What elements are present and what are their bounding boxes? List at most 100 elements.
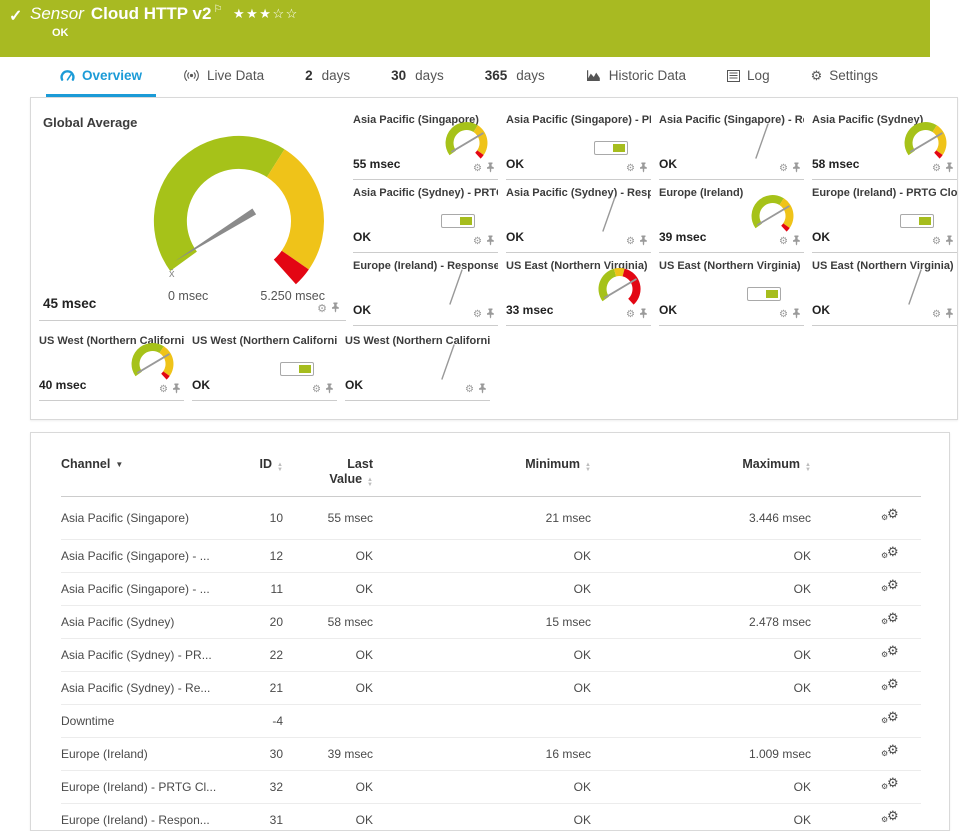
tile-title: Europe (Ireland) - Response C... [353, 260, 498, 272]
cell-channel[interactable]: Asia Pacific (Sydney) - Re... [61, 671, 231, 705]
channel-tile[interactable]: US West (Northern California)... OK ⚙ [192, 332, 337, 401]
pin-icon[interactable] [792, 160, 801, 178]
gear-icon[interactable]: ⚙ [932, 237, 941, 247]
channel-tile[interactable]: US West (Northern California) 40 msec ⚙ [39, 332, 184, 401]
cell-last-value [283, 704, 373, 738]
channel-tile[interactable]: Asia Pacific (Sydney) - PRTG ... OK ⚙ [353, 184, 498, 253]
pin-icon[interactable] [945, 160, 954, 178]
channel-tile[interactable]: Europe (Ireland) 39 msec ⚙ [659, 184, 804, 253]
gear-icon[interactable]: ⚙ [626, 310, 635, 320]
column-header-id[interactable]: ID ▲ ▼ [231, 451, 283, 497]
cell-channel[interactable]: Downtime [61, 704, 231, 738]
cell-channel[interactable]: Europe (Ireland) [61, 737, 231, 771]
pin-icon[interactable] [945, 233, 954, 251]
cell-minimum [373, 704, 591, 738]
status-toggle [441, 214, 475, 228]
gear-icon[interactable]: ⚙ [317, 303, 327, 315]
cell-channel[interactable]: Asia Pacific (Sydney) - PR... [61, 638, 231, 672]
gear-icon[interactable]: ⚙ [312, 385, 321, 395]
gear-icon[interactable]: ⚙ [473, 237, 482, 247]
channel-settings-icon[interactable]: ⚙ ⚙ [881, 544, 901, 563]
gear-icon[interactable]: ⚙ [779, 237, 788, 247]
tab-label: Log [747, 68, 770, 83]
cell-minimum: OK [373, 803, 591, 830]
channel-tile[interactable]: US East (Northern Virginia) - ... OK ⚙ [659, 257, 804, 326]
channel-tile[interactable]: US East (Northern Virginia) - ... OK ⚙ [812, 257, 957, 326]
tile-value: OK [812, 303, 830, 317]
tab-30-days[interactable]: 30 days [377, 57, 458, 97]
gear-icon[interactable]: ⚙ [159, 385, 168, 395]
channel-tile[interactable]: Europe (Ireland) - PRTG Cloud... OK ⚙ [812, 184, 957, 253]
cell-channel[interactable]: Asia Pacific (Singapore) - ... [61, 539, 231, 573]
column-header-maximum[interactable]: Maximum ▲ ▼ [591, 451, 811, 497]
pin-icon[interactable] [639, 233, 648, 251]
tab-overview[interactable]: Overview [46, 57, 157, 97]
channel-tile[interactable]: Asia Pacific (Sydney) 58 msec ⚙ [812, 111, 957, 180]
flag-icon[interactable]: ⚐ [213, 4, 222, 15]
pin-icon[interactable] [486, 306, 495, 324]
gear-icon[interactable]: ⚙ [626, 237, 635, 247]
channel-settings-icon[interactable]: ⚙ ⚙ [881, 676, 901, 695]
channel-settings-icon[interactable]: ⚙ ⚙ [881, 775, 901, 794]
cell-channel[interactable]: Europe (Ireland) - Respon... [61, 803, 231, 830]
column-header-last-value[interactable]: Last Value ▲ ▼ [283, 451, 373, 497]
cell-channel[interactable]: Europe (Ireland) - PRTG Cl... [61, 770, 231, 804]
log-icon [727, 69, 741, 82]
pin-icon[interactable] [478, 381, 487, 399]
tab-live-data[interactable]: Live Data [169, 57, 278, 97]
cell-minimum: 16 msec [373, 737, 591, 771]
pin-icon[interactable] [639, 160, 648, 178]
channel-tile[interactable]: Asia Pacific (Sydney) - Respo... OK ⚙ [506, 184, 651, 253]
pin-icon[interactable] [172, 381, 181, 399]
cell-channel[interactable]: Asia Pacific (Singapore) - ... [61, 572, 231, 606]
gear-icon[interactable]: ⚙ [779, 164, 788, 174]
gear-icon[interactable]: ⚙ [473, 164, 482, 174]
channel-tile[interactable]: Asia Pacific (Singapore) - Res... OK ⚙ [659, 111, 804, 180]
gear-icon[interactable]: ⚙ [626, 164, 635, 174]
gear-icon[interactable]: ⚙ [465, 385, 474, 395]
pin-icon[interactable] [325, 381, 334, 399]
channel-settings-icon[interactable]: ⚙ ⚙ [881, 742, 901, 761]
global-average-tile[interactable]: Global Average x̄ 0 msec 5.250 msec 45 m… [39, 108, 346, 321]
channel-tile[interactable]: US West (Northern California)... OK ⚙ [345, 332, 490, 401]
gear-icon[interactable]: ⚙ [932, 164, 941, 174]
channel-tile[interactable]: Asia Pacific (Singapore) 55 msec ⚙ [353, 111, 498, 180]
channel-tile[interactable]: US East (Northern Virginia) 33 msec ⚙ [506, 257, 651, 326]
tab-historic-data[interactable]: Historic Data [572, 57, 700, 97]
gear-icon[interactable]: ⚙ [932, 310, 941, 320]
channel-settings-icon[interactable]: ⚙ ⚙ [881, 643, 901, 662]
sort-desc-icon: ▼ [115, 460, 124, 469]
cell-maximum: 1.009 msec [591, 737, 811, 771]
column-header-channel[interactable]: Channel ▼ [61, 451, 231, 497]
channel-settings-icon[interactable]: ⚙ ⚙ [881, 808, 901, 827]
tab-365-days[interactable]: 365 days [471, 57, 559, 97]
pin-icon[interactable] [792, 306, 801, 324]
tab-settings[interactable]: ⚙ Settings [797, 57, 892, 97]
tab-log[interactable]: Log [713, 57, 784, 97]
priority-stars[interactable]: ★★★☆☆ [233, 6, 299, 22]
gear-icon[interactable]: ⚙ [779, 310, 788, 320]
settings-icon: ⚙ [810, 68, 823, 83]
channel-settings-icon[interactable]: ⚙ ⚙ [881, 506, 901, 525]
cell-minimum: 21 msec [373, 496, 591, 540]
channel-tile[interactable]: Europe (Ireland) - Response C... OK ⚙ [353, 257, 498, 326]
cell-channel[interactable]: Asia Pacific (Singapore) [61, 496, 231, 540]
column-header-minimum[interactable]: Minimum ▲ ▼ [373, 451, 591, 497]
pin-icon[interactable] [945, 306, 954, 324]
cell-channel[interactable]: Asia Pacific (Sydney) [61, 605, 231, 639]
channel-tile[interactable]: Asia Pacific (Singapore) - PR... OK ⚙ [506, 111, 651, 180]
channel-settings-icon[interactable]: ⚙ ⚙ [881, 577, 901, 596]
pin-icon[interactable] [486, 233, 495, 251]
tab-2-days[interactable]: 2 days [291, 57, 364, 97]
pin-icon[interactable] [639, 306, 648, 324]
pin-icon[interactable] [792, 233, 801, 251]
sort-icon: ▲ ▼ [805, 462, 811, 473]
tile-title: Asia Pacific (Singapore) - PR... [506, 114, 651, 126]
cell-maximum: OK [591, 638, 811, 672]
channel-settings-icon[interactable]: ⚙ ⚙ [881, 709, 901, 728]
pin-icon[interactable] [331, 300, 340, 318]
tile-value: 40 msec [39, 378, 87, 392]
gear-icon[interactable]: ⚙ [473, 310, 482, 320]
channel-settings-icon[interactable]: ⚙ ⚙ [881, 610, 901, 629]
pin-icon[interactable] [486, 160, 495, 178]
